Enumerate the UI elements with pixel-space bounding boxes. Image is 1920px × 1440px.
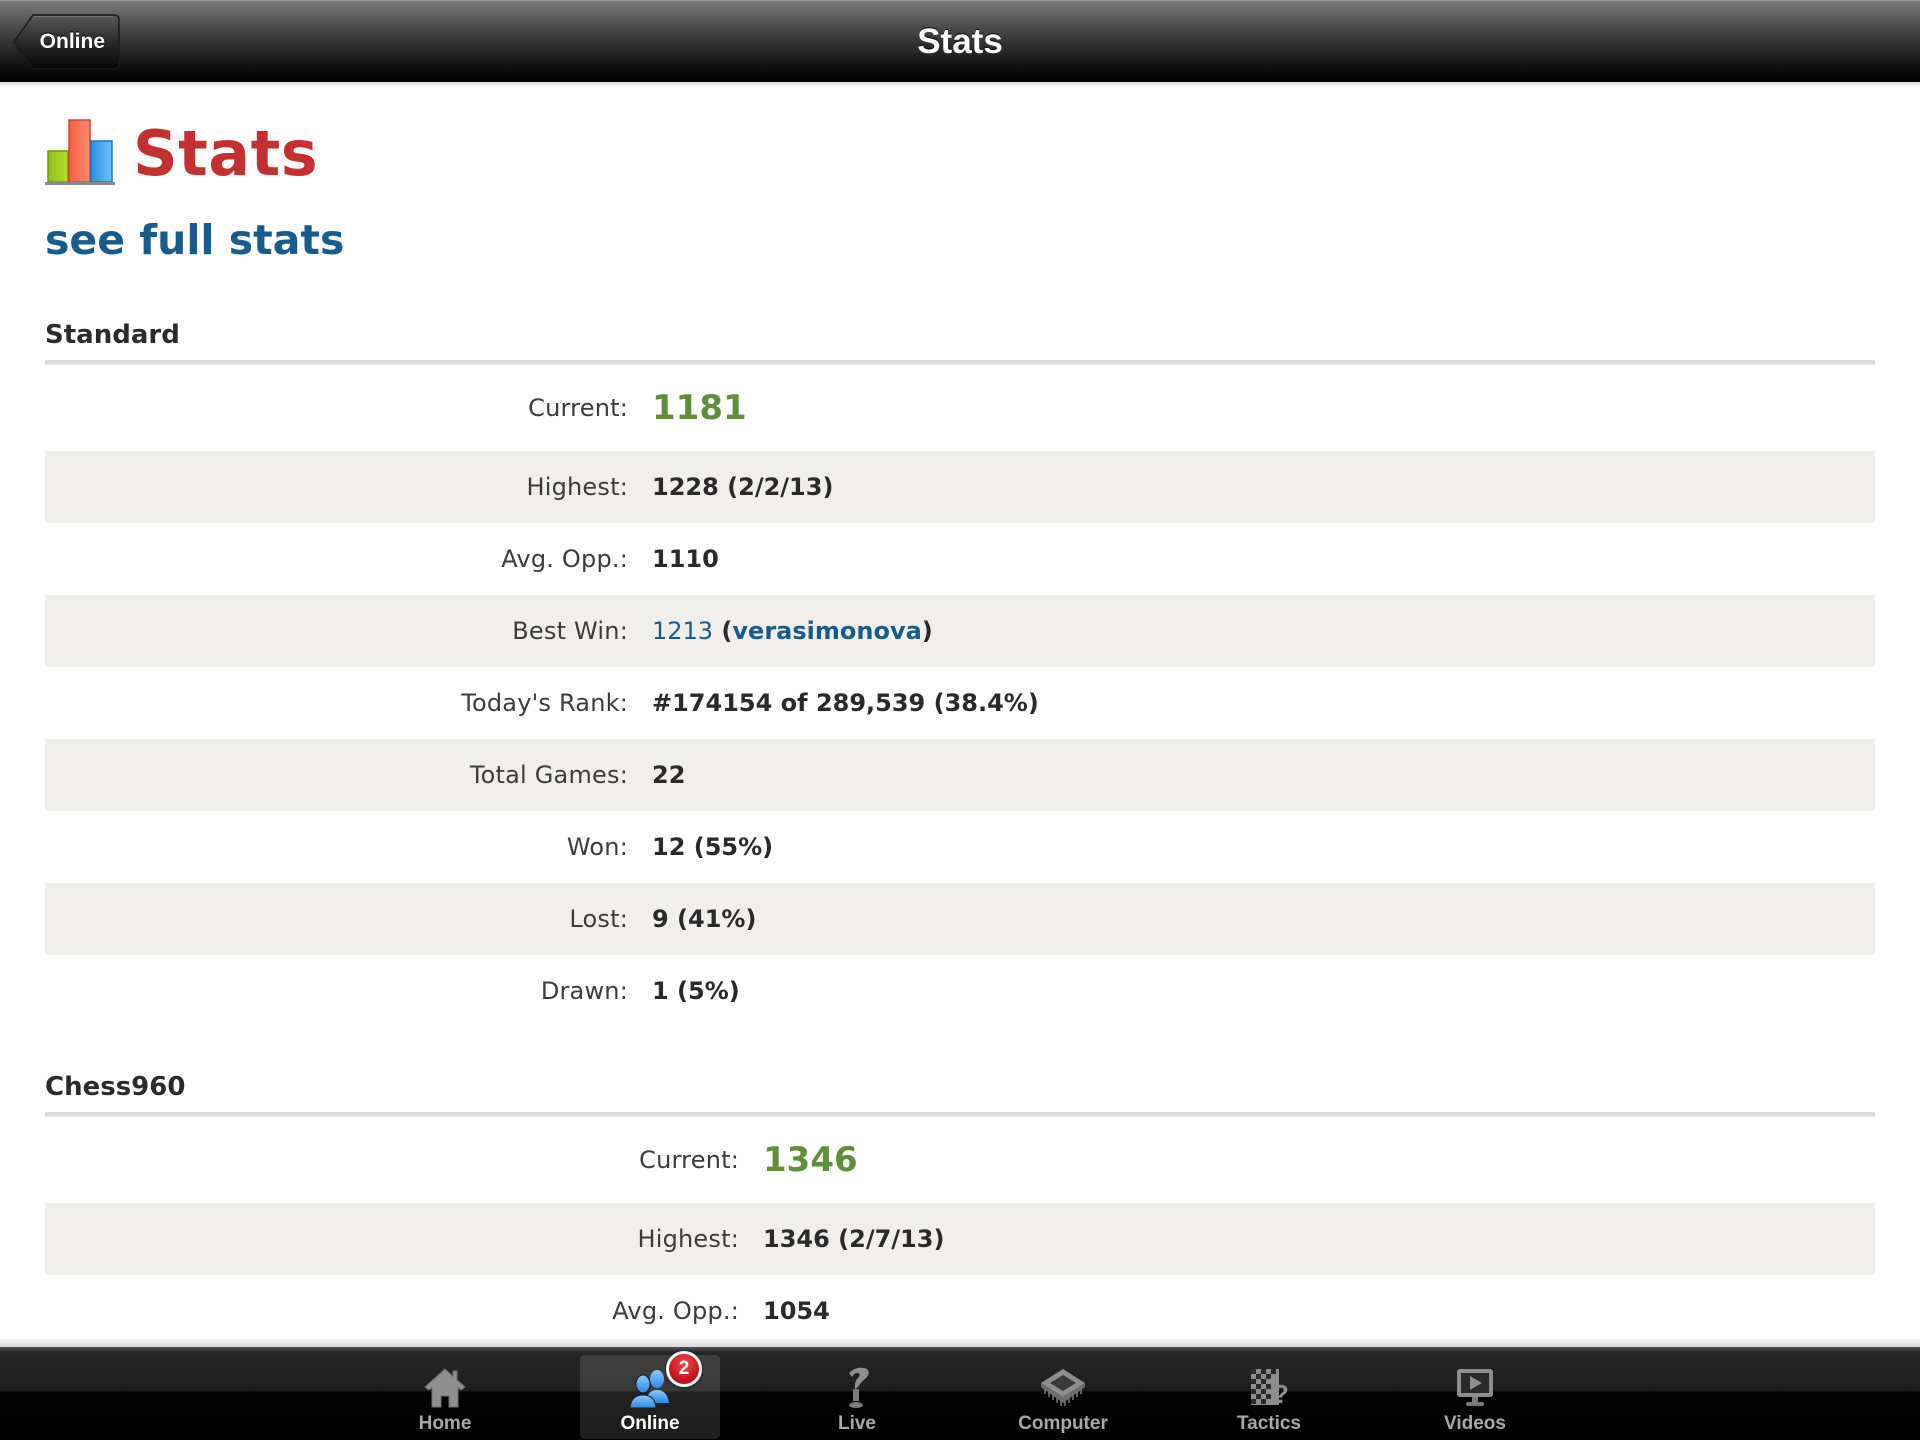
tab-label: Live	[837, 1413, 877, 1434]
best-win-game-link[interactable]: 1213	[652, 617, 713, 645]
tab-label: Online	[620, 1413, 680, 1434]
stat-label: Current:	[639, 1146, 739, 1174]
tab-videos[interactable]: Videos	[1405, 1355, 1545, 1439]
opponent-profile-link[interactable]: verasimonova	[732, 617, 921, 645]
tab-online[interactable]: 2 Online	[580, 1351, 720, 1439]
navbar-title: Stats	[917, 22, 1003, 61]
tab-tactics[interactable]: ? Tactics	[1199, 1355, 1339, 1439]
stat-label: Avg. Opp.:	[501, 545, 628, 573]
stat-label: Best Win:	[512, 617, 628, 645]
tab-computer[interactable]: Computer	[993, 1355, 1133, 1439]
stat-value: 9 (41%)	[652, 905, 757, 933]
current-rating-value: 1181	[652, 388, 747, 428]
tab-label: Tactics	[1236, 1413, 1302, 1434]
page-heading: Stats	[45, 118, 318, 190]
stat-value: 1054	[763, 1297, 830, 1325]
chip-icon	[1041, 1369, 1085, 1406]
stat-label: Avg. Opp.:	[612, 1297, 739, 1325]
stat-value: 1346 (2/7/13)	[763, 1225, 945, 1253]
stat-row-won: Won: 12 (55%)	[45, 811, 1875, 883]
tab-label: Computer	[1018, 1413, 1108, 1434]
bottom-tab-bar: Home 2 Online Live Computer ? Tactics Vi…	[0, 1339, 1920, 1440]
stat-row-highest: Highest: 1228 (2/2/13)	[45, 451, 1875, 523]
stat-row-avg-opp: Avg. Opp.: 1110	[45, 523, 1875, 595]
stat-label: Today's Rank:	[461, 689, 628, 717]
stat-label: Drawn:	[540, 977, 628, 1005]
live-pawn-icon	[849, 1367, 869, 1408]
notification-badge: 2	[666, 1351, 702, 1387]
see-full-stats-link[interactable]: see full stats	[45, 220, 344, 261]
stat-row-current: Current: 1346	[45, 1117, 1875, 1203]
stat-value: 1213 (verasimonova)	[640, 617, 933, 645]
stat-row-drawn: Drawn: 1 (5%)	[45, 955, 1875, 1027]
stat-label: Highest:	[637, 1225, 739, 1253]
current-rating-value: 1346	[763, 1140, 858, 1180]
stat-value: 22	[652, 761, 686, 789]
section-title: Standard	[45, 320, 180, 350]
chess960-section: Chess960 Current: 1346 Highest: 1346 (2/…	[45, 1062, 1875, 1347]
stat-label: Highest:	[526, 473, 628, 501]
stat-row-highest: Highest: 1346 (2/7/13)	[45, 1203, 1875, 1275]
tab-label: Videos	[1444, 1413, 1506, 1434]
tactics-board-icon: ?	[1251, 1369, 1289, 1409]
stat-value: 1228 (2/2/13)	[652, 473, 834, 501]
stat-value: #174154 of 289,539 (38.4%)	[652, 689, 1039, 717]
video-monitor-icon	[1457, 1369, 1493, 1406]
bar-chart-icon	[45, 119, 115, 185]
stat-label: Won:	[566, 833, 628, 861]
stat-row-todays-rank: Today's Rank: #174154 of 289,539 (38.4%)	[45, 667, 1875, 739]
paren-open: (	[713, 617, 733, 645]
stat-label: Current:	[528, 394, 628, 422]
tab-home[interactable]: Home	[375, 1355, 515, 1439]
section-title: Chess960	[45, 1072, 186, 1102]
tab-live[interactable]: Live	[787, 1355, 927, 1439]
svg-text:?: ?	[1273, 1379, 1289, 1409]
tab-label: Home	[418, 1413, 472, 1434]
stat-value: 1 (5%)	[652, 977, 740, 1005]
standard-section: Standard Current: 1181 Highest: 1228 (2/…	[45, 310, 1875, 1027]
stat-row-current: Current: 1181	[45, 365, 1875, 451]
stat-value: 1110	[652, 545, 719, 573]
top-navbar: Online Stats	[0, 0, 1920, 86]
stat-row-best-win: Best Win: 1213 (verasimonova)	[45, 595, 1875, 667]
home-icon	[424, 1368, 466, 1408]
stat-value: 12 (55%)	[652, 833, 774, 861]
stat-label: Total Games:	[469, 761, 628, 789]
stat-row-lost: Lost: 9 (41%)	[45, 883, 1875, 955]
paren-close: )	[921, 617, 933, 645]
stat-row-total-games: Total Games: 22	[45, 739, 1875, 811]
stat-row-avg-opp: Avg. Opp.: 1054	[45, 1275, 1875, 1347]
page-title: Stats	[133, 117, 319, 190]
stat-label: Lost:	[569, 905, 628, 933]
